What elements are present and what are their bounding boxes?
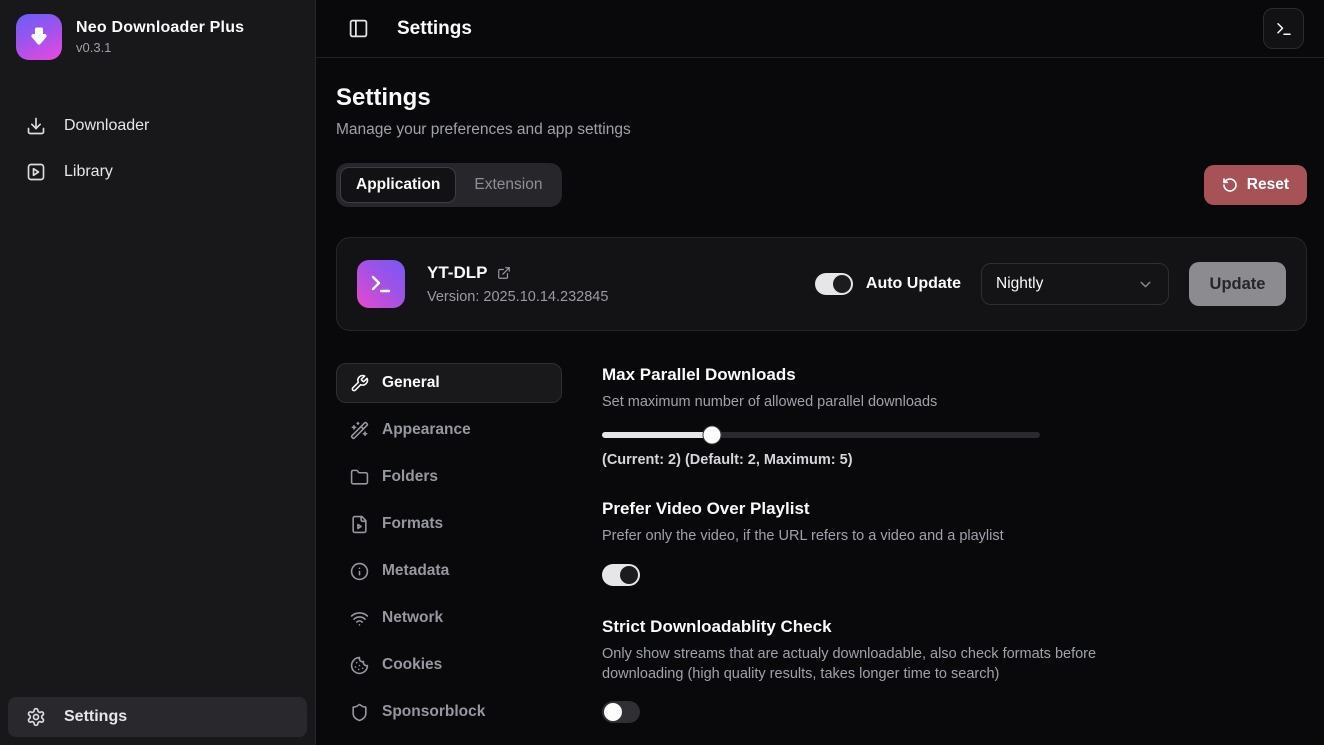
sidebar-footer: Settings — [0, 697, 315, 745]
settings-nav-label: Sponsorblock — [382, 703, 485, 721]
max-parallel-downloads-slider[interactable] — [602, 432, 1040, 438]
sidebar-nav: Downloader Library — [0, 106, 315, 192]
settings-panel: Max Parallel Downloads Set maximum numbe… — [602, 363, 1307, 745]
sidebar-item-label: Downloader — [64, 117, 149, 135]
sidebar-item-settings[interactable]: Settings — [8, 697, 307, 737]
terminal-icon — [369, 272, 393, 296]
sidebar-item-label: Settings — [64, 708, 127, 726]
sidebar-item-library[interactable]: Library — [8, 152, 307, 192]
settings-scope-tabs: Application Extension — [336, 163, 562, 207]
reset-label: Reset — [1247, 176, 1289, 194]
section-description: Set maximum number of allowed parallel d… — [602, 392, 1122, 412]
download-arrow-icon — [26, 24, 52, 50]
sidebar-toggle-button[interactable] — [344, 14, 373, 43]
section-title: Strict Downloadablity Check — [602, 617, 1307, 637]
download-icon — [26, 116, 46, 136]
settings-page: Settings Manage your preferences and app… — [316, 58, 1324, 745]
auto-update-label: Auto Update — [866, 275, 961, 293]
chevron-down-icon — [1137, 276, 1154, 293]
page-title: Settings — [336, 84, 1307, 112]
settings-nav-formats[interactable]: Formats — [336, 504, 562, 544]
ytdlp-title: YT-DLP — [427, 263, 487, 283]
topbar: Settings — [316, 0, 1324, 58]
app-version: v0.3.1 — [76, 40, 244, 55]
terminal-icon — [1275, 20, 1293, 38]
settings-nav-label: Formats — [382, 515, 443, 533]
tabs-row: Application Extension Reset — [336, 163, 1307, 207]
sidebar-item-downloader[interactable]: Downloader — [8, 106, 307, 146]
panel-left-icon — [348, 18, 369, 39]
settings-nav-label: Folders — [382, 468, 438, 486]
app-logo-row: Neo Downloader Plus v0.3.1 — [0, 0, 315, 74]
terminal-button[interactable] — [1263, 8, 1304, 49]
update-channel-value: Nightly — [996, 275, 1043, 293]
info-icon — [350, 562, 369, 581]
square-play-icon — [26, 162, 46, 182]
wifi-icon — [350, 609, 369, 628]
settings-nav-label: Cookies — [382, 656, 442, 674]
app-logo — [16, 14, 62, 60]
auto-update-toggle[interactable] — [815, 273, 853, 295]
slider-current-note: (Current: 2) (Default: 2, Maximum: 5) — [602, 452, 1307, 468]
update-button[interactable]: Update — [1189, 262, 1286, 306]
section-title: Prefer Video Over Playlist — [602, 499, 1307, 519]
settings-nav-label: Appearance — [382, 421, 471, 439]
section-prefer-video-over-playlist: Prefer Video Over Playlist Prefer only t… — [602, 499, 1307, 585]
tab-application[interactable]: Application — [340, 167, 456, 203]
section-max-parallel-downloads: Max Parallel Downloads Set maximum numbe… — [602, 365, 1307, 468]
sidebar-item-label: Library — [64, 163, 113, 181]
topbar-title: Settings — [397, 18, 472, 40]
strict-check-toggle[interactable] — [602, 701, 640, 723]
settings-nav-label: Network — [382, 609, 443, 627]
settings-nav-folders[interactable]: Folders — [336, 457, 562, 497]
section-strict-downloadability-check: Strict Downloadablity Check Only show st… — [602, 617, 1307, 724]
ytdlp-version: Version: 2025.10.14.232845 — [427, 289, 608, 305]
settings-nav-metadata[interactable]: Metadata — [336, 551, 562, 591]
settings-nav-label: Metadata — [382, 562, 449, 580]
main-area: Settings Settings Manage your preference… — [316, 0, 1324, 745]
settings-nav-general[interactable]: General — [336, 363, 562, 403]
prefer-video-toggle[interactable] — [602, 564, 640, 586]
settings-nav-cookies[interactable]: Cookies — [336, 645, 562, 685]
folder-icon — [350, 468, 369, 487]
ytdlp-card: YT-DLP Version: 2025.10.14.232845 Auto U… — [336, 237, 1307, 331]
update-channel-select[interactable]: Nightly — [981, 263, 1169, 305]
settings-body: General Appearance — [336, 363, 1307, 745]
ytdlp-logo — [357, 260, 405, 308]
ytdlp-controls: Auto Update Nightly Update — [815, 262, 1286, 306]
ytdlp-meta: YT-DLP Version: 2025.10.14.232845 — [427, 263, 608, 305]
toggle-knob — [620, 566, 638, 584]
shield-icon — [350, 703, 369, 722]
section-description: Prefer only the video, if the URL refers… — [602, 526, 1122, 546]
page-subtitle: Manage your preferences and app settings — [336, 121, 1307, 139]
settings-nav-network[interactable]: Network — [336, 598, 562, 638]
rotate-ccw-icon — [1222, 177, 1238, 193]
settings-nav-label: General — [382, 374, 440, 392]
reset-button[interactable]: Reset — [1204, 165, 1307, 205]
tab-extension[interactable]: Extension — [458, 167, 558, 203]
wand-sparkles-icon — [350, 421, 369, 440]
toggle-knob — [833, 275, 851, 293]
app-name: Neo Downloader Plus — [76, 19, 244, 37]
gear-icon — [26, 707, 46, 727]
toggle-knob — [604, 703, 622, 721]
slider-thumb[interactable] — [702, 426, 721, 445]
section-title: Max Parallel Downloads — [602, 365, 1307, 385]
cookie-icon — [350, 656, 369, 675]
slider-fill — [602, 432, 712, 438]
settings-nav-appearance[interactable]: Appearance — [336, 410, 562, 450]
file-video-icon — [350, 515, 369, 534]
wrench-icon — [350, 374, 369, 393]
app-title-block: Neo Downloader Plus v0.3.1 — [76, 19, 244, 55]
external-link-icon[interactable] — [497, 266, 511, 280]
section-description: Only show streams that are actualy downl… — [602, 644, 1122, 685]
settings-section-nav: General Appearance — [336, 363, 562, 745]
settings-nav-sponsorblock[interactable]: Sponsorblock — [336, 692, 562, 732]
sidebar: Neo Downloader Plus v0.3.1 Downloader Li… — [0, 0, 316, 745]
